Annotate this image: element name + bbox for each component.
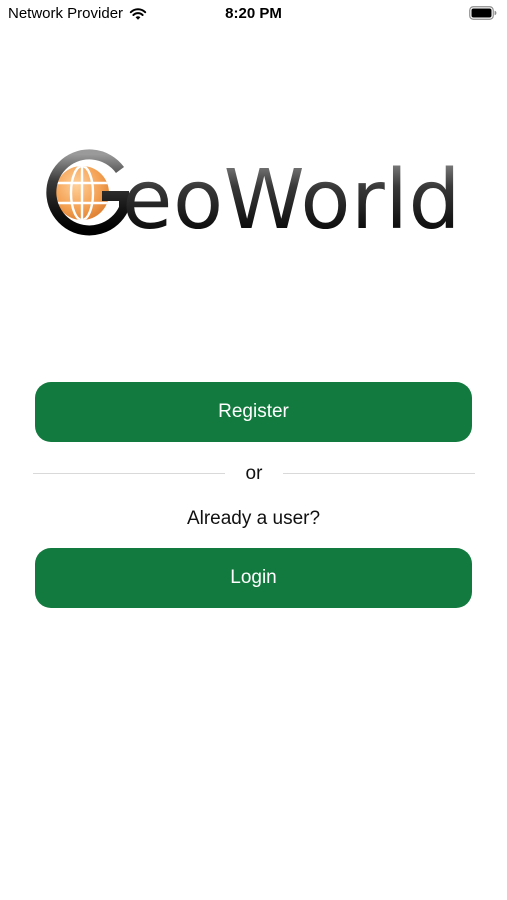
status-time: 8:20 PM — [225, 5, 282, 22]
already-user-text: Already a user? — [186, 508, 321, 529]
welcome-screen: Network Provider 8:20 PM eoWorld Registe… — [0, 0, 507, 900]
battery-icon — [469, 6, 497, 20]
register-button[interactable]: Register — [35, 382, 472, 442]
geoworld-logo: eoWorld — [46, 149, 461, 240]
status-bar: Network Provider 8:20 PM — [0, 0, 507, 28]
divider-line-right — [283, 473, 475, 474]
or-divider: or — [33, 462, 475, 486]
svg-text:eoWorld: eoWorld — [122, 153, 461, 240]
divider-line-left — [33, 473, 225, 474]
login-button[interactable]: Login — [35, 548, 472, 608]
divider-or-text: or — [245, 463, 263, 484]
